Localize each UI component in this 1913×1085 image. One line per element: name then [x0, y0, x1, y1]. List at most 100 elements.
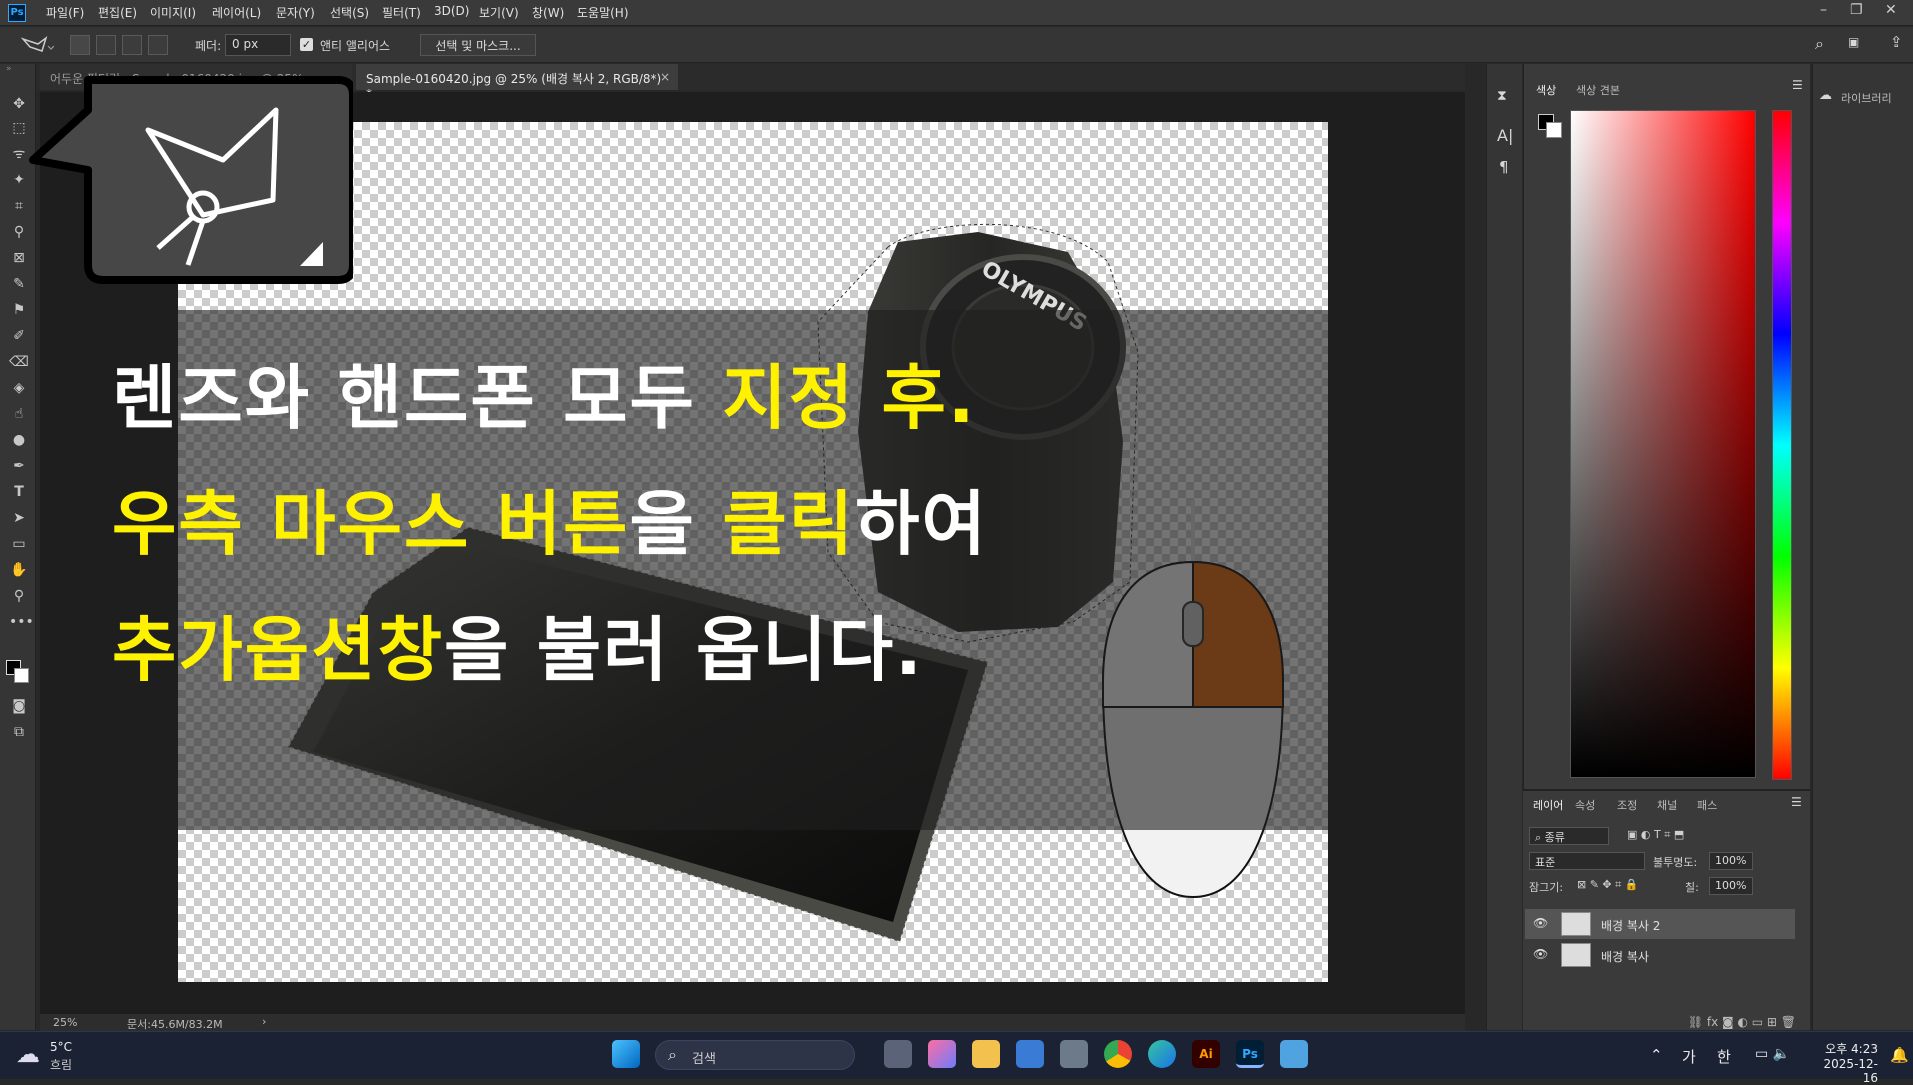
background-color-swatch[interactable] [1546, 122, 1562, 138]
tray-chevron-icon[interactable]: ⌃ [1650, 1046, 1663, 1064]
layer-thumbnail [1561, 943, 1591, 967]
layer-row-selected[interactable]: 👁 배경 복사 2 [1525, 909, 1795, 939]
character-panel-icon[interactable]: A| [1497, 126, 1513, 145]
panel-menu-icon[interactable]: ☰ [1791, 795, 1802, 809]
antialias-checkbox[interactable]: ✓ [300, 38, 313, 51]
file-explorer-icon[interactable] [972, 1040, 1000, 1068]
menu-layer[interactable]: 레이어(L) [212, 4, 261, 21]
layer-filter-select[interactable]: ⌕ 종류 [1529, 827, 1609, 845]
weather-temp[interactable]: 5°C [50, 1040, 72, 1054]
paragraph-panel-icon[interactable]: ¶ [1499, 158, 1509, 176]
hue-slider[interactable] [1772, 110, 1792, 780]
libraries-label[interactable]: 라이브러리 [1841, 90, 1892, 106]
filter-icons[interactable]: ▣ ◐ T ⌗ ⬒ [1627, 828, 1684, 842]
screen-mode-icon[interactable]: ⧉ [9, 722, 29, 742]
clock-date[interactable]: 2025-12-16 [1812, 1057, 1878, 1085]
menu-type[interactable]: 문자(Y) [276, 4, 315, 21]
menu-window[interactable]: 창(W) [532, 4, 564, 21]
illustrator-icon[interactable]: Ai [1192, 1040, 1220, 1068]
weather-cloud-icon[interactable]: ☁ [16, 1040, 40, 1068]
layer-actions[interactable]: ⛓ fx ◙ ◐ ▭ ⊞ 🗑 [1523, 1015, 1810, 1031]
pen-tool-icon[interactable]: ✒ [9, 456, 29, 476]
start-button-icon[interactable] [612, 1040, 640, 1068]
zoom-level[interactable]: 25% [53, 1016, 77, 1029]
new-selection-icon[interactable] [70, 35, 90, 55]
blend-mode-select[interactable]: 표준 [1529, 852, 1645, 870]
visibility-eye-icon[interactable]: 👁 [1533, 916, 1548, 930]
history-brush-tool-icon[interactable]: ✐ [9, 326, 29, 346]
menu-help[interactable]: 도움말(H) [577, 4, 629, 21]
visibility-eye-icon[interactable]: 👁 [1533, 947, 1548, 961]
zoom-tool-icon[interactable]: ⚲ [9, 586, 29, 606]
ime-mode-1[interactable]: 가 [1682, 1046, 1696, 1067]
photoshop-taskbar-icon[interactable]: Ps [1236, 1040, 1264, 1068]
tab-properties[interactable]: 속성 [1575, 797, 1595, 813]
layer-row[interactable]: 👁 배경 복사 [1525, 940, 1795, 970]
stamp-tool-icon[interactable]: ⚑ [9, 300, 29, 320]
caption-line-2: 우측 마우스 버튼을 클릭하여 [112, 468, 988, 569]
menu-view[interactable]: 보기(V) [479, 4, 519, 21]
menu-image[interactable]: 이미지(I) [150, 4, 196, 21]
opacity-input[interactable]: 100% [1709, 852, 1753, 870]
background-color-swatch[interactable] [14, 668, 29, 683]
task-view-icon[interactable] [884, 1040, 912, 1068]
more-tools-icon[interactable]: ••• [9, 612, 34, 632]
tab-channels[interactable]: 채널 [1657, 797, 1677, 813]
tab-swatches[interactable]: 색상 견본 [1576, 82, 1620, 98]
panel-menu-icon[interactable]: ☰ [1792, 78, 1803, 92]
edge-icon[interactable] [1148, 1040, 1176, 1068]
calculator-icon[interactable] [1060, 1040, 1088, 1068]
tab-color[interactable]: 색상 [1536, 82, 1556, 98]
search-icon[interactable]: ⌕ [1815, 34, 1824, 54]
store-icon[interactable] [1016, 1040, 1044, 1068]
weather-desc[interactable]: 흐림 [50, 1056, 72, 1073]
search-box[interactable]: ⌕ 검색 [655, 1040, 855, 1070]
chrome-icon[interactable] [1104, 1040, 1132, 1068]
feather-input[interactable]: 0 px [225, 34, 291, 56]
menu-edit[interactable]: 편집(E) [98, 4, 137, 21]
rectangle-tool-icon[interactable]: ▭ [9, 534, 29, 554]
restore-icon[interactable]: ❐ [1850, 2, 1863, 18]
history-panel-icon[interactable]: ⧗ [1497, 88, 1507, 104]
copilot-icon[interactable] [928, 1040, 956, 1068]
menu-file[interactable]: 파일(F) [46, 4, 84, 21]
menu-select[interactable]: 선택(S) [330, 4, 369, 21]
type-tool-icon[interactable]: T [9, 482, 29, 502]
ime-mode-2[interactable]: 한 [1717, 1046, 1731, 1067]
lock-icons[interactable]: ⊠ ✎ ✥ ⌗ 🔒 [1577, 878, 1639, 892]
status-arrow-icon[interactable]: › [262, 1015, 266, 1028]
photoshop-logo[interactable]: Ps [8, 4, 26, 22]
menu-3d[interactable]: 3D(D) [434, 4, 469, 18]
polygonal-lasso-tool-icon[interactable] [20, 35, 54, 55]
eraser-tool-icon[interactable]: ⌫ [9, 352, 29, 372]
quick-mask-icon[interactable]: ◙ [9, 696, 29, 716]
color-field[interactable] [1570, 110, 1756, 778]
caption-text: 렌즈와 핸드폰 모두 [112, 357, 723, 439]
creative-cloud-icon[interactable]: ☁ [1819, 88, 1832, 103]
subtract-selection-icon[interactable] [122, 35, 142, 55]
network-volume-icons[interactable]: ▭ 🔈 [1755, 1046, 1790, 1062]
tab-paths[interactable]: 패스 [1697, 797, 1717, 813]
fill-input[interactable]: 100% [1709, 877, 1753, 895]
hand-tool-icon[interactable]: ✋ [9, 560, 29, 580]
path-select-tool-icon[interactable]: ➤ [9, 508, 29, 528]
layer-name: 배경 복사 2 [1601, 919, 1661, 933]
smudge-tool-icon[interactable]: ☝ [9, 404, 29, 424]
tab-layers[interactable]: 레이어 [1533, 797, 1563, 813]
notification-bell-icon[interactable]: 🔔 [1890, 1046, 1909, 1064]
workspace-icon[interactable]: ▣ [1848, 35, 1859, 49]
select-and-mask-button[interactable]: 선택 및 마스크... [420, 34, 536, 56]
document-tab-active[interactable]: Sample-0160420.jpg @ 25% (배경 복사 2, RGB/8… [356, 64, 678, 101]
menu-filter[interactable]: 필터(T) [382, 4, 421, 21]
minimize-icon[interactable]: – [1820, 2, 1827, 18]
tab-adjustments[interactable]: 조정 [1617, 797, 1637, 813]
add-selection-icon[interactable] [96, 35, 116, 55]
close-icon[interactable]: ✕ [1885, 2, 1897, 18]
share-icon[interactable]: ⇪ [1890, 33, 1903, 51]
intersect-selection-icon[interactable] [148, 35, 168, 55]
close-tab-icon[interactable]: × [660, 70, 670, 84]
paint-bucket-tool-icon[interactable]: ◈ [9, 378, 29, 398]
dodge-tool-icon[interactable]: ● [9, 430, 29, 450]
clock-time[interactable]: 오후 4:23 [1812, 1040, 1878, 1057]
notepad-icon[interactable] [1280, 1040, 1308, 1068]
